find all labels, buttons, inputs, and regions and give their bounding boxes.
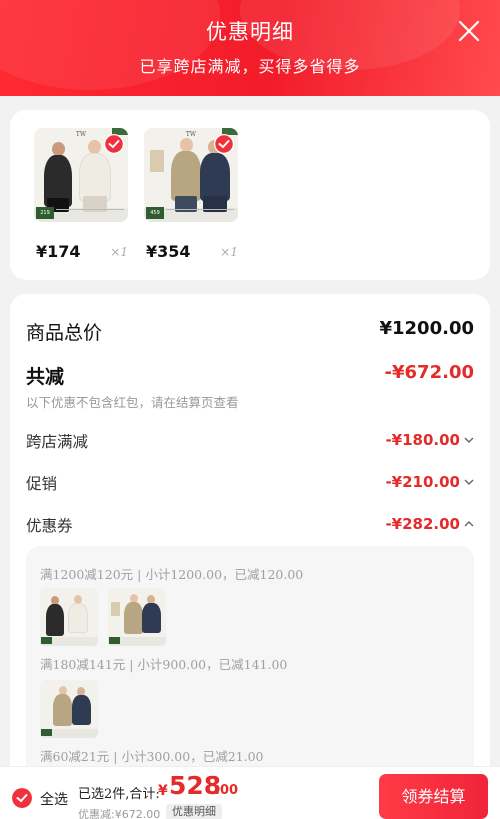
discount-summary-card: 商品总价 ¥1200.00 共减 -¥672.00 以下优惠不包含红包，请在结算… (10, 294, 490, 819)
select-all-label[interactable]: 全选 (40, 789, 68, 809)
product-image[interactable]: TW 219 (34, 128, 128, 222)
select-all-checkbox[interactable] (12, 788, 32, 808)
header: 优惠明细 已享跨店满减，买得多省得多 (0, 0, 500, 96)
product-quantity: ×1 (110, 245, 128, 259)
coupon-value[interactable]: -¥282.00 (385, 515, 460, 533)
checkmark-icon[interactable] (214, 134, 234, 154)
total-price-integer: 528 (169, 771, 222, 800)
discount-amount: 优惠减:¥672.00 (78, 808, 161, 819)
price-tag: 219 (36, 207, 54, 219)
reduce-value: -¥672.00 (384, 362, 474, 383)
total-value: ¥1200.00 (379, 318, 474, 339)
total-price-symbol: ¥ (158, 783, 168, 799)
product-thumbnail (40, 588, 98, 646)
chevron-down-icon[interactable] (464, 477, 474, 487)
price-tag: 459 (146, 207, 164, 219)
product-thumbnail (108, 588, 166, 646)
coupon-rule-text: 满1200减120元 | 小计1200.00，已减120.00 (40, 567, 304, 582)
checkmark-icon[interactable] (104, 134, 124, 154)
checkout-button[interactable]: 领券结算 (379, 774, 488, 819)
products-card: TW 219 ¥174 ×1 TW 459 ¥354 ×1 (10, 110, 490, 280)
product-image[interactable]: TW 459 (144, 128, 238, 222)
discount-detail-button[interactable]: 优惠明细 (166, 804, 222, 819)
product-item[interactable]: TW 459 ¥354 ×1 (144, 128, 238, 261)
product-price: ¥354 (146, 242, 191, 261)
product-quantity: ×1 (220, 245, 238, 259)
selected-summary: 已选2件,合计: (78, 787, 160, 802)
product-item[interactable]: TW 219 ¥174 ×1 (34, 128, 128, 261)
page-subtitle: 已享跨店满减，买得多省得多 (139, 57, 361, 76)
coupon-rule-text: 满60减21元 | 小计300.00，已减21.00 (40, 749, 264, 764)
total-price-decimal: .00 (215, 783, 239, 798)
page-title: 优惠明细 (206, 20, 294, 44)
checkout-bar: 全选 已选2件,合计: ¥ 528 .00 优惠减:¥672.00 优惠明细 领… (0, 766, 500, 819)
chevron-up-icon[interactable] (464, 519, 474, 529)
coupon-rule-text: 满180减141元 | 小计900.00，已减141.00 (40, 657, 288, 672)
discount-note: 以下优惠不包含红包，请在结算页查看 (26, 395, 239, 410)
close-icon[interactable] (458, 20, 480, 42)
product-price: ¥174 (36, 242, 81, 261)
promotion-value[interactable]: -¥210.00 (385, 473, 460, 491)
product-thumbnail (40, 680, 98, 738)
chevron-down-icon[interactable] (464, 435, 474, 445)
cross-store-discount-value[interactable]: -¥180.00 (385, 431, 460, 449)
